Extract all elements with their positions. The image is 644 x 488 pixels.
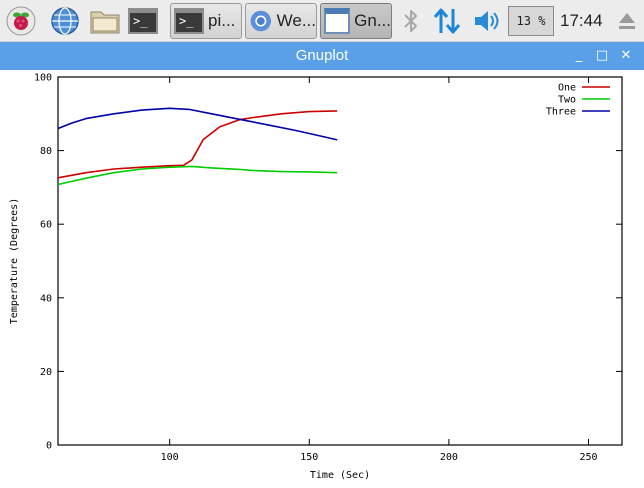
task-button-chromium[interactable]: We... [245, 3, 317, 39]
task-label: Gn... [354, 11, 391, 30]
file-manager-icon[interactable] [88, 4, 122, 38]
y-tick-label: 0 [46, 441, 52, 452]
minimize-button[interactable]: _ [570, 46, 588, 66]
gnuplot-canvas: 0 20 40 60 80 100 100 150 200 250 One Two Three Ti… [0, 70, 644, 488]
chromium-icon [250, 10, 272, 32]
plot-border [57, 76, 623, 446]
x-tick-label: 150 [300, 452, 318, 463]
task-button-gnuplot[interactable]: Gn... [320, 3, 392, 39]
eject-icon[interactable] [610, 4, 644, 38]
window-titlebar[interactable]: Gnuplot _ □ ✕ [0, 42, 644, 70]
bluetooth-icon[interactable] [394, 4, 428, 38]
series-line-one [57, 110, 338, 179]
taskbar: >_ >_ pi... We... Gn... 13 % 17:44 [0, 0, 644, 42]
raspberry-menu-icon[interactable] [4, 4, 38, 38]
y-tick-label: 80 [40, 146, 52, 157]
y-tick-label: 40 [40, 293, 52, 304]
x-tick-label: 200 [440, 452, 458, 463]
terminal-icon: >_ [174, 8, 204, 34]
task-label: pi... [208, 11, 236, 30]
cpu-usage-monitor[interactable]: 13 % [508, 6, 554, 36]
cpu-usage-value: 13 % [516, 14, 546, 28]
clock[interactable]: 17:44 [560, 11, 603, 31]
close-button[interactable]: ✕ [617, 46, 635, 66]
y-tick-label: 100 [34, 73, 52, 84]
maximize-button[interactable]: □ [593, 46, 611, 66]
web-browser-icon[interactable] [48, 4, 82, 38]
network-updown-icon[interactable] [430, 4, 464, 38]
x-axis-label: Time (Sec) [310, 470, 370, 481]
chart: 0 20 40 60 80 100 100 150 200 250 OneTwoThree Ti… [9, 73, 623, 481]
window-icon [324, 8, 351, 34]
task-label: We... [276, 11, 316, 30]
legend-label-three: Three [546, 107, 576, 118]
x-tick-label: 250 [579, 452, 597, 463]
volume-icon[interactable] [470, 4, 504, 38]
terminal-icon[interactable]: >_ [126, 4, 160, 38]
series-line-two [57, 165, 338, 186]
y-tick-label: 60 [40, 220, 52, 231]
task-button-terminal[interactable]: >_ pi... [170, 3, 242, 39]
legend-label-two: Two [558, 95, 576, 106]
legend-label-one: One [558, 83, 576, 94]
y-axis-label: Temperature (Degrees) [9, 198, 20, 324]
window-title: Gnuplot [295, 47, 349, 64]
y-tick-label: 20 [40, 367, 52, 378]
x-tick-label: 100 [161, 452, 179, 463]
